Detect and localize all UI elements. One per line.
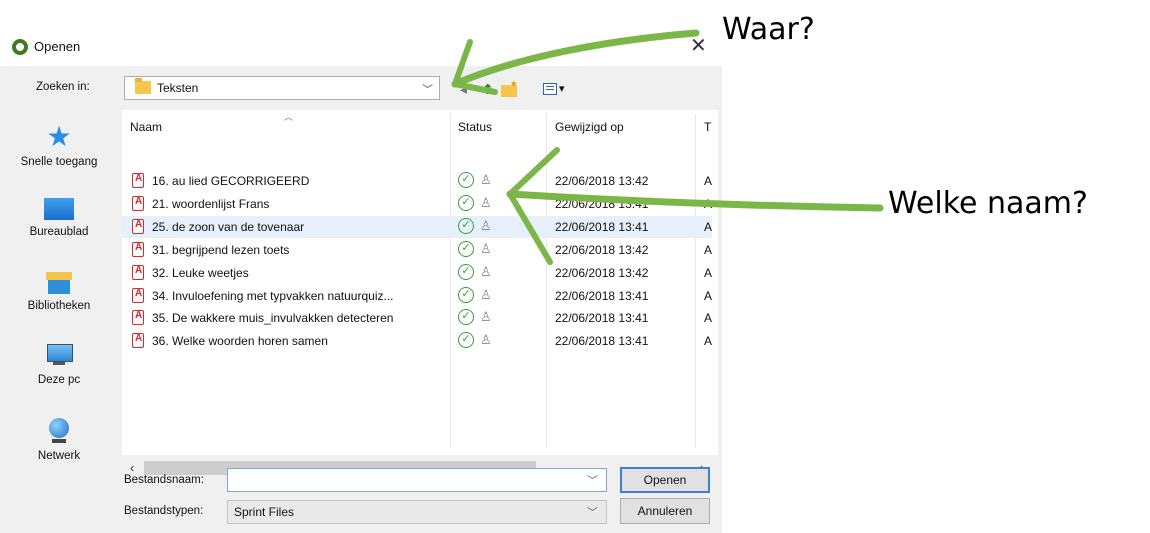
arrow-head-filename-lower: [507, 191, 553, 265]
annotation-where: Waar?: [722, 12, 815, 47]
arrow-head-lookin-lower: [452, 81, 498, 95]
arrow-to-filename: [506, 190, 884, 212]
arrow-head-filename-upper: [507, 147, 560, 197]
annotation-arrows: [451, 29, 884, 265]
annotation-which-name: Welke naam?: [888, 186, 1088, 221]
arrow-to-lookin: [451, 29, 700, 88]
